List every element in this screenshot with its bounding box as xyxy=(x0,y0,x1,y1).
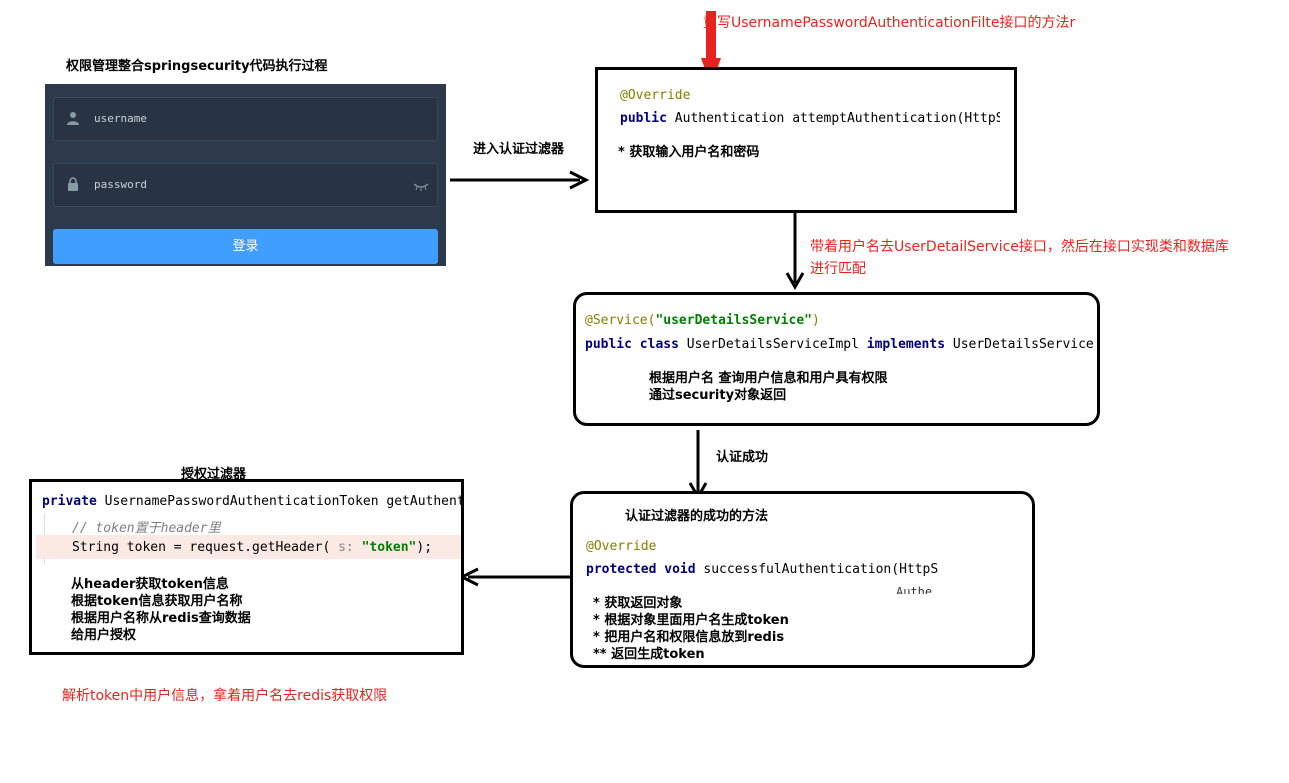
token-string: "token" xyxy=(353,540,417,555)
successful-authentication-box: 认证过滤器的成功的方法 @Override protected void suc… xyxy=(570,491,1035,668)
private-keyword: private xyxy=(42,494,97,509)
auth-success-label: 认证成功 xyxy=(716,450,769,465)
service-class-declaration: public class UserDetailsServiceImpl impl… xyxy=(585,337,1094,352)
service-annotation: @Service("userDetailsService") xyxy=(585,313,820,328)
authorization-filter-box: private UsernamePasswordAuthenticationTo… xyxy=(29,479,464,655)
user-detail-note-line2: 进行匹配 xyxy=(810,261,866,277)
override-annotation: @Override xyxy=(620,88,691,103)
authz-token-line: String token = request.getHeader( s: "to… xyxy=(72,540,432,555)
attempt-signature: public Authentication attemptAuthenticat… xyxy=(620,111,1000,126)
password-field[interactable]: password xyxy=(53,163,438,207)
user-details-service-box: @Service("userDetailsService") public cl… xyxy=(573,292,1100,426)
enter-filter-label: 进入认证过滤器 xyxy=(473,142,565,157)
authz-comment: // token置于header里 xyxy=(72,521,221,536)
success-heading: 认证过滤器的成功的方法 xyxy=(625,509,769,524)
public-class-keyword: public class xyxy=(585,337,679,352)
page-title: 权限管理整合springsecurity代码执行过程 xyxy=(66,59,328,74)
authz-note-2: 根据token信息获取用户名称 xyxy=(71,594,243,609)
attempt-authentication-box: @Override public Authentication attemptA… xyxy=(595,67,1017,213)
success-note-1: * 获取返回对象 xyxy=(593,596,683,611)
username-field[interactable]: username xyxy=(53,97,438,141)
user-detail-note-line1: 带着用户名去UserDetailService接口，然后在接口实现类和数据库 xyxy=(810,239,1229,255)
login-panel: username password 登录 xyxy=(45,84,446,266)
protected-void-keyword: protected void xyxy=(586,562,696,577)
success-method: successfulAuthentication(HttpS xyxy=(695,562,939,577)
parse-token-note: 解析token中用户信息，拿着用户名去redis获取权限 xyxy=(62,688,388,704)
attempt-note: * 获取输入用户名和密码 xyxy=(618,145,760,160)
success-signature: protected void successfulAuthentication(… xyxy=(586,562,938,577)
service-note-line1: 根据用户名 查询用户信息和用户具有权限 xyxy=(649,371,888,386)
override-note: 重写UsernamePasswordAuthenticationFilte接口的… xyxy=(703,15,1076,31)
success-cutoff-text: Authe xyxy=(896,585,933,594)
eye-closed-icon[interactable] xyxy=(413,182,429,192)
success-note-4: ** 返回生成token xyxy=(593,647,705,662)
implements-keyword: implements xyxy=(866,337,946,352)
service-annotation-close: ) xyxy=(812,313,820,328)
authz-note-1: 从header获取token信息 xyxy=(71,577,229,592)
interface-name: UserDetailsService xyxy=(945,337,1094,352)
param-hint: s: xyxy=(330,540,354,555)
password-placeholder: password xyxy=(94,178,147,191)
authz-note-4: 给用户授权 xyxy=(71,628,137,643)
authz-method: UsernamePasswordAuthenticationToken getA… xyxy=(96,494,464,509)
authz-signature: private UsernamePasswordAuthenticationTo… xyxy=(42,494,464,509)
authz-note-3: 根据用户名称从redis查询数据 xyxy=(71,611,251,626)
login-button[interactable]: 登录 xyxy=(53,229,438,264)
token-code-prefix: String token = request.getHeader( xyxy=(72,540,331,555)
public-keyword: public xyxy=(620,111,667,126)
user-icon xyxy=(67,112,79,125)
success-note-3: * 把用户名和权限信息放到redis xyxy=(593,630,785,645)
token-code-suffix: ); xyxy=(416,540,433,555)
success-override-annotation: @Override xyxy=(586,539,657,554)
username-placeholder: username xyxy=(94,112,147,125)
lock-icon xyxy=(68,177,78,191)
service-annotation-value: "userDetailsService" xyxy=(655,313,812,328)
service-annotation-name: @Service( xyxy=(585,313,656,328)
attempt-method: Authentication attemptAuthentication(Htt… xyxy=(666,111,1000,126)
success-note-2: * 根据对象里面用户名生成token xyxy=(593,613,789,628)
class-name: UserDetailsServiceImpl xyxy=(678,337,867,352)
service-note-line2: 通过security对象返回 xyxy=(649,388,787,403)
